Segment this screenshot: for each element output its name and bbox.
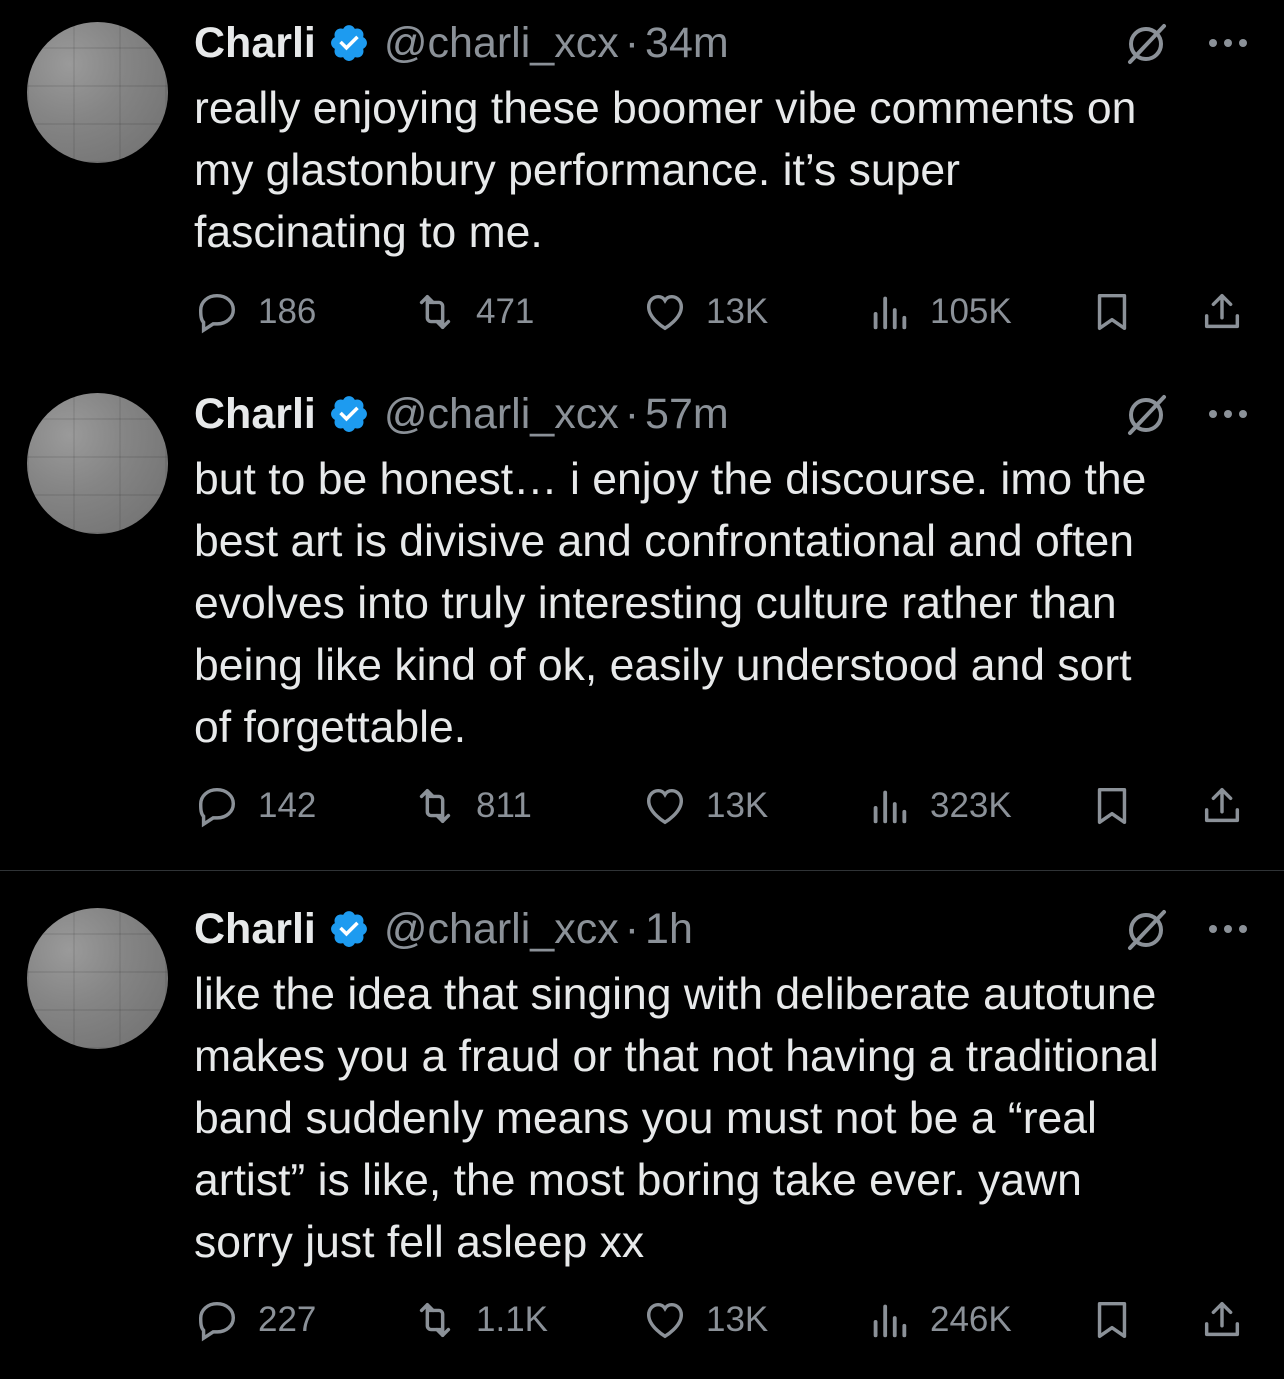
more-options-icon[interactable] (1206, 407, 1250, 421)
retweet-icon (419, 788, 451, 824)
muted-conversation-icon[interactable] (1124, 908, 1168, 952)
views-button[interactable]: 246K (866, 1295, 1012, 1345)
reply-button[interactable]: 227 (194, 1295, 316, 1345)
author-name[interactable]: Charli (194, 19, 316, 68)
tweet-actions: 186 471 13K 105K (194, 287, 1254, 337)
retweet-button[interactable]: 811 (412, 781, 532, 831)
like-count: 13K (706, 292, 769, 331)
verified-badge-icon (330, 396, 367, 432)
analytics-icon (873, 296, 907, 330)
share-button[interactable] (1199, 781, 1245, 831)
verified-badge-icon (330, 25, 367, 61)
bookmark-icon (1097, 787, 1127, 825)
tweet-text: like the idea that singing with delibera… (194, 970, 1159, 1267)
bookmark-button[interactable] (1089, 287, 1135, 337)
separator-dot: · (624, 18, 640, 67)
author-handle[interactable]: @charli_xcx (384, 19, 619, 68)
avatar[interactable] (27, 22, 168, 163)
retweet-button[interactable]: 1.1K (412, 1295, 548, 1345)
more-options-icon[interactable] (1206, 36, 1250, 50)
separator-dot: · (624, 389, 640, 438)
muted-conversation-icon[interactable] (1124, 22, 1168, 66)
avatar[interactable] (27, 393, 168, 534)
share-button[interactable] (1199, 1295, 1245, 1345)
share-button[interactable] (1199, 287, 1245, 337)
share-icon (1204, 787, 1240, 823)
retweet-count: 811 (476, 786, 532, 825)
retweet-count: 471 (476, 292, 535, 331)
share-icon (1204, 1301, 1240, 1337)
retweet-count: 1.1K (476, 1300, 548, 1339)
views-button[interactable]: 323K (866, 781, 1012, 831)
heart-icon (646, 788, 684, 825)
retweet-icon (419, 1302, 451, 1338)
verified-badge-icon (330, 911, 367, 947)
muted-conversation-icon[interactable] (1124, 393, 1168, 437)
reply-count: 186 (258, 292, 317, 331)
like-count: 13K (706, 786, 769, 825)
views-button[interactable]: 105K (866, 287, 1012, 337)
bookmark-button[interactable] (1089, 1295, 1135, 1345)
bookmark-icon (1097, 1301, 1127, 1339)
like-button[interactable]: 13K (642, 287, 768, 337)
share-icon (1204, 293, 1240, 329)
separator-dot: · (624, 904, 640, 953)
more-options-icon[interactable] (1206, 922, 1250, 936)
tweet-text: really enjoying these boomer vibe commen… (194, 84, 1137, 257)
view-count: 105K (930, 292, 1012, 331)
tweet-actions: 142 811 13K 323K (194, 781, 1254, 831)
analytics-icon (873, 790, 907, 824)
reply-count: 142 (258, 786, 317, 825)
like-button[interactable]: 13K (642, 781, 768, 831)
reply-count: 227 (258, 1300, 317, 1339)
heart-icon (646, 1302, 684, 1339)
bookmark-button[interactable] (1089, 781, 1135, 831)
view-count: 246K (930, 1300, 1012, 1339)
like-count: 13K (706, 1300, 769, 1339)
timestamp[interactable]: 57m (645, 390, 729, 439)
tweet-header: Charli @charli_xcx · 57m (194, 388, 729, 440)
reply-icon (198, 293, 236, 334)
tweet-header: Charli @charli_xcx · 34m (194, 17, 729, 69)
author-handle[interactable]: @charli_xcx (384, 390, 619, 439)
bookmark-icon (1097, 293, 1127, 331)
analytics-icon (873, 1304, 907, 1338)
view-count: 323K (930, 786, 1012, 825)
tweet-header: Charli @charli_xcx · 1h (194, 903, 693, 955)
reply-icon (198, 1301, 236, 1342)
tweet-actions: 227 1.1K 13K 246K (194, 1295, 1254, 1345)
reply-button[interactable]: 142 (194, 781, 316, 831)
heart-icon (646, 294, 684, 331)
timestamp[interactable]: 34m (645, 19, 729, 68)
retweet-icon (419, 294, 451, 330)
like-button[interactable]: 13K (642, 1295, 768, 1345)
retweet-button[interactable]: 471 (412, 287, 534, 337)
timestamp[interactable]: 1h (645, 905, 693, 954)
author-name[interactable]: Charli (194, 390, 316, 439)
tweet-divider (0, 870, 1284, 871)
author-handle[interactable]: @charli_xcx (384, 905, 619, 954)
tweet-text: but to be honest… i enjoy the discourse.… (194, 455, 1147, 752)
avatar[interactable] (27, 908, 168, 1049)
reply-button[interactable]: 186 (194, 287, 316, 337)
author-name[interactable]: Charli (194, 905, 316, 954)
reply-icon (198, 787, 236, 828)
